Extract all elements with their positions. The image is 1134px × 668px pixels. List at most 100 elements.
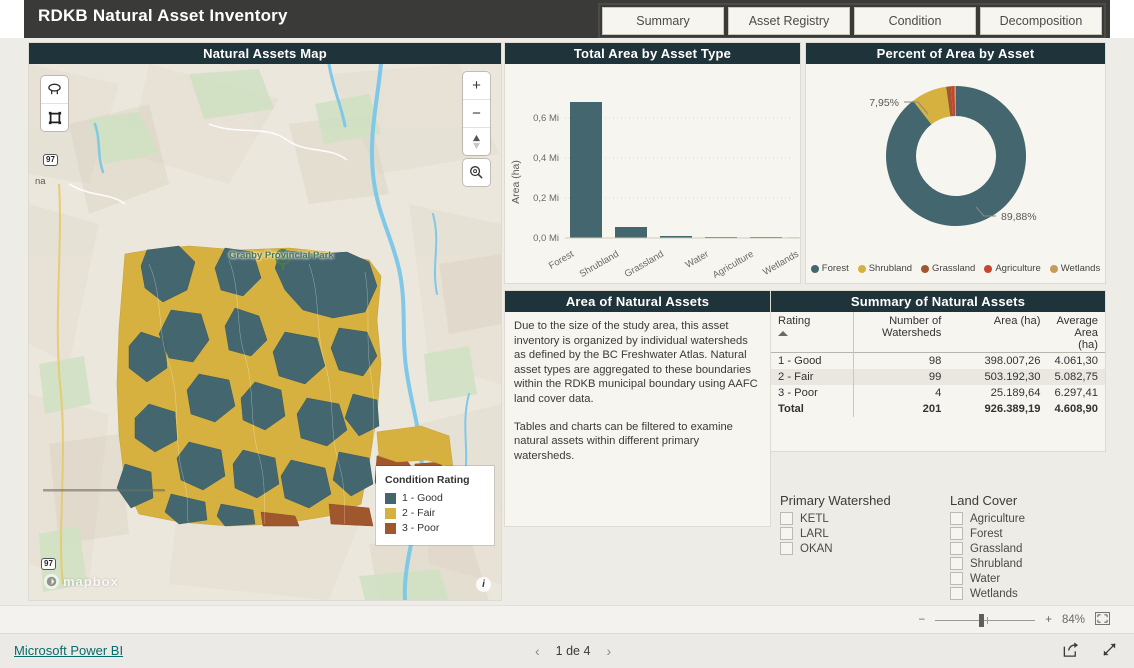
svg-text:0,2 Mi: 0,2 Mi	[533, 193, 559, 204]
slicer-landcover-label-wetlands: Wetlands	[970, 587, 1018, 600]
zoom-slider-tick	[987, 616, 989, 624]
mapbox-attribution[interactable]: mapbox	[43, 573, 119, 590]
map-legend: Condition Rating 1 - Good 2 - Fair 3 - P…	[376, 466, 494, 545]
checkbox-larl[interactable]	[780, 527, 793, 540]
map-info-icon[interactable]: i	[476, 577, 491, 592]
slicer-watershed-option-larl[interactable]: LARL	[780, 527, 945, 540]
donut-legend-item-agriculture[interactable]: Agriculture	[984, 263, 1041, 274]
mapbox-label: mapbox	[63, 574, 119, 589]
donut-legend-dot-forest	[810, 264, 819, 273]
powerbi-report: RDKB Natural Asset Inventory Summary Ass…	[0, 0, 1134, 668]
map-legend-item-poor: 3 - Poor	[385, 522, 485, 534]
table-row[interactable]: 1 - Good 98 398.007,26 4.061,30	[771, 352, 1105, 369]
tab-asset-registry[interactable]: Asset Registry	[728, 7, 850, 35]
legend-label-good: 1 - Good	[402, 492, 443, 504]
checkbox-agriculture[interactable]	[950, 512, 963, 525]
col-header-area[interactable]: Area (ha)	[948, 312, 1047, 353]
legend-swatch-poor	[385, 522, 396, 534]
cell-total-watersheds: 201	[853, 401, 949, 417]
donut-legend-dot-shrubland	[857, 264, 866, 273]
map-viewport[interactable]: Granby Provincial Park na 97 97 + − Cond…	[29, 64, 501, 600]
col-header-rating[interactable]: Rating	[771, 312, 854, 353]
text-paragraph-1: Due to the size of the study area, this …	[514, 320, 758, 405]
fit-to-page-icon[interactable]	[1095, 612, 1110, 628]
donut-chart-title: Percent of Area by Asset	[806, 43, 1105, 64]
col-header-watersheds[interactable]: Number of Watersheds	[853, 312, 949, 353]
percent-of-area-by-asset-card: Percent of Area by Asset 7,95% 89,88% Fo…	[806, 43, 1105, 283]
slicer-landcover-label-shrubland: Shrubland	[970, 557, 1023, 570]
legend-label-fair: 2 - Fair	[402, 507, 436, 519]
donut-legend-item-shrubland[interactable]: Shrubland	[857, 263, 912, 274]
donut-chart[interactable]: 7,95% 89,88%	[806, 64, 1105, 256]
slicer-landcover-title: Land Cover	[950, 493, 1018, 508]
slicer-watershed-label-ketl: KETL	[800, 512, 829, 525]
zoom-out-icon[interactable]: −	[463, 100, 490, 128]
checkbox-wetlands[interactable]	[950, 587, 963, 600]
zoom-slider-thumb[interactable]	[979, 613, 985, 627]
donut-legend-item-grassland[interactable]: Grassland	[921, 263, 975, 274]
map-scale-bar	[43, 489, 165, 492]
slicer-landcover-option-agriculture[interactable]: Agriculture	[950, 512, 1115, 525]
compass-icon[interactable]	[463, 128, 490, 155]
map-legend-item-good: 1 - Good	[385, 492, 485, 504]
cell-watersheds: 98	[853, 352, 949, 369]
summary-table[interactable]: Rating Number of Watersheds Area (ha) Av…	[771, 312, 1105, 417]
slicer-land-cover: Land Cover Agriculture Forest Grassland …	[950, 493, 1115, 602]
checkbox-okan[interactable]	[780, 542, 793, 555]
summary-of-natural-assets-card: Summary of Natural Assets Rating Number …	[771, 291, 1105, 451]
donut-legend-item-wetlands[interactable]: Wetlands	[1049, 263, 1100, 274]
checkbox-ketl[interactable]	[780, 512, 793, 525]
cell-total-area: 926.389,19	[984, 403, 1041, 415]
fullscreen-icon[interactable]	[1101, 641, 1118, 658]
cell-area: 25.189,64	[990, 387, 1041, 399]
checkbox-grassland[interactable]	[950, 542, 963, 555]
tab-condition[interactable]: Condition	[854, 7, 976, 35]
bar-chart-title: Total Area by Asset Type	[505, 43, 800, 64]
report-header: RDKB Natural Asset Inventory Summary Ass…	[24, 0, 1110, 39]
previous-page-icon[interactable]: ‹	[535, 643, 540, 659]
zoom-slider-track	[935, 619, 1036, 621]
checkbox-forest[interactable]	[950, 527, 963, 540]
slicer-landcover-option-wetlands[interactable]: Wetlands	[950, 587, 1115, 600]
cell-average-area: 4.061,30	[1054, 355, 1098, 367]
legend-swatch-good	[385, 492, 396, 504]
sort-ascending-icon	[778, 331, 788, 336]
slicer-landcover-option-water[interactable]: Water	[950, 572, 1115, 585]
tab-decomposition[interactable]: Decomposition	[980, 7, 1102, 35]
donut-legend-dot-agriculture	[984, 264, 993, 273]
slicer-landcover-option-shrubland[interactable]: Shrubland	[950, 557, 1115, 570]
next-page-icon[interactable]: ›	[606, 643, 611, 659]
bar-chart[interactable]: Area (ha) 0,0 Mi 0,2 Mi 0,4 Mi 0,6 Mi Fo…	[505, 64, 801, 282]
share-icon[interactable]	[1062, 641, 1079, 658]
zoom-out-button[interactable]: −	[919, 614, 926, 626]
table-head: Rating Number of Watersheds Area (ha) Av…	[771, 312, 1105, 353]
zoom-in-icon[interactable]: +	[463, 72, 490, 100]
donut-legend-item-forest[interactable]: Forest	[810, 263, 849, 274]
map-select-tools	[41, 76, 68, 131]
zoom-in-button[interactable]: +	[1045, 614, 1052, 626]
table-row[interactable]: 2 - Fair 99 503.192,30 5.082,75	[771, 369, 1105, 385]
checkbox-shrubland[interactable]	[950, 557, 963, 570]
tab-summary[interactable]: Summary	[602, 7, 724, 35]
microsoft-power-bi-link[interactable]: Microsoft Power BI	[14, 643, 123, 658]
table-card-title: Summary of Natural Assets	[771, 291, 1105, 312]
cell-total-average-area: 4.608,90	[1054, 403, 1098, 415]
slicer-watershed-option-ketl[interactable]: KETL	[780, 512, 945, 525]
slicer-landcover-option-grassland[interactable]: Grassland	[950, 542, 1115, 555]
lasso-select-icon[interactable]	[41, 76, 68, 104]
table-row[interactable]: 3 - Poor 4 25.189,64 6.297,41	[771, 385, 1105, 401]
slicer-landcover-label-water: Water	[970, 572, 1001, 585]
map-legend-title: Condition Rating	[385, 474, 470, 486]
box-select-icon[interactable]	[41, 104, 68, 131]
svg-text:0,4 Mi: 0,4 Mi	[533, 153, 559, 164]
slicer-watershed-option-okan[interactable]: OKAN	[780, 542, 945, 555]
slicer-landcover-label-agriculture: Agriculture	[970, 512, 1025, 525]
map-park-label: Granby Provincial Park	[229, 250, 334, 261]
search-locate-icon[interactable]	[463, 159, 490, 186]
slicer-landcover-option-forest[interactable]: Forest	[950, 527, 1115, 540]
table-total-row: Total 201 926.389,19 4.608,90	[771, 401, 1105, 417]
checkbox-water[interactable]	[950, 572, 963, 585]
zoom-slider[interactable]	[935, 613, 1036, 627]
cell-watersheds: 4	[853, 385, 949, 401]
col-header-average-area[interactable]: Average Area (ha)	[1047, 312, 1105, 353]
